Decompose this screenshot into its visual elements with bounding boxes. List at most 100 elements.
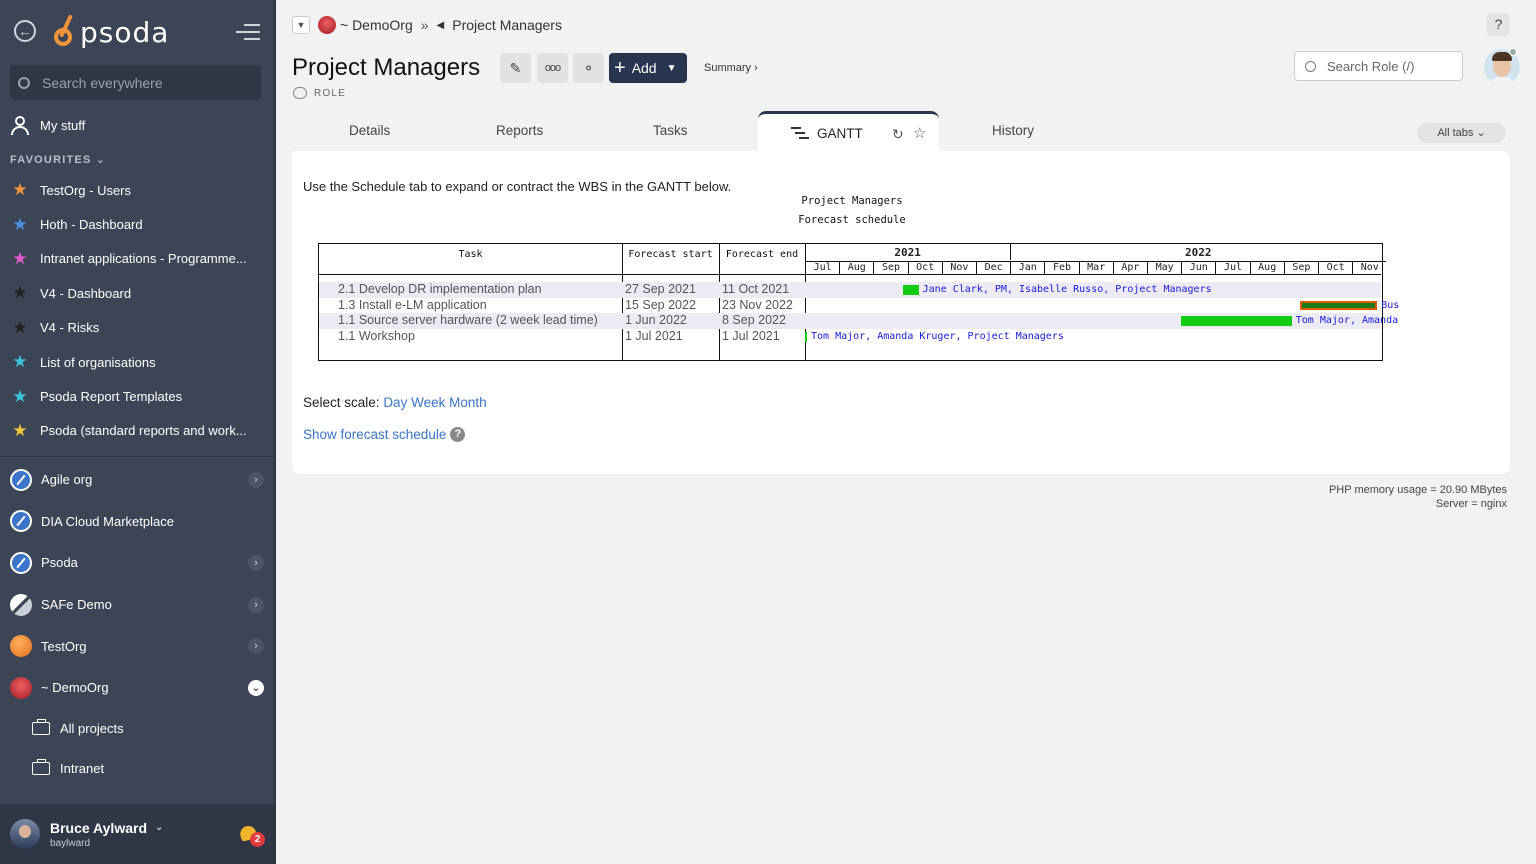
compass-icon [10, 551, 32, 574]
briefcase-icon [32, 718, 50, 735]
more-icon: ooo [544, 62, 561, 74]
help-button[interactable]: ? [1487, 13, 1510, 36]
scale-week-link[interactable]: Week [411, 395, 445, 410]
tag-icon: ⚬ [582, 59, 595, 76]
favourite-item[interactable]: ★ Psoda (standard reports and work... [10, 414, 266, 448]
gantt-bar-label: Jane Clark, PM, Isabelle Russo, Project … [922, 284, 1212, 295]
gantt-row[interactable]: 1.1 Workshop 1 Jul 2021 1 Jul 2021 Tom Majo… [319, 329, 1381, 345]
my-stuff-link[interactable]: My stuff [10, 114, 85, 136]
sidebar-org-label: SAFe Demo [41, 597, 112, 613]
sidebar-org-label: Psoda [41, 555, 78, 571]
scale-month-link[interactable]: Month [449, 395, 487, 410]
summary-link[interactable]: Summary › [704, 62, 758, 74]
organisation-list: Agile org › DIA Cloud Marketplace Psoda › SAF… [10, 459, 266, 709]
notification-bell-icon[interactable]: 2 [238, 824, 265, 847]
gantt-month-label: Aug [1249, 261, 1284, 274]
sidebar-org-item[interactable]: Agile org › [10, 459, 266, 501]
breadcrumb-org[interactable]: ~ DemoOrg [340, 17, 413, 33]
gantt-bar[interactable] [1181, 316, 1292, 326]
favourites-header[interactable]: FAVOURITES ⌄ [10, 153, 106, 166]
sidebar-org-item[interactable]: SAFe Demo › [10, 584, 266, 626]
favourite-item[interactable]: ★ List of organisations [10, 345, 266, 379]
gantt-row[interactable]: 1.3 Install e-LM application 15 Sep 2022 2… [319, 297, 1399, 314]
scale-label: Select scale: [303, 395, 380, 410]
gantt-forecast-start: 1 Jul 2021 [625, 328, 683, 343]
chevron-down-icon[interactable]: ▼ [292, 16, 310, 34]
gantt-bar-label: Tom Major, Amanda Kruger, Project Manage… [811, 330, 1064, 342]
scale-day-link[interactable]: Day [383, 395, 407, 410]
chevron-right-icon[interactable]: › [248, 596, 264, 613]
search-icon [1305, 60, 1316, 72]
tab-gantt[interactable]: GANTT ↻ ☆ [758, 111, 939, 152]
tab-details[interactable]: Details [349, 123, 390, 138]
sidebar-org-item[interactable]: Psoda › [10, 542, 266, 584]
tab-tasks[interactable]: Tasks [653, 123, 688, 138]
chevron-down-icon: ⌄ [155, 822, 164, 833]
tab-reports[interactable]: Reports [496, 123, 543, 138]
favourite-label: V4 - Risks [40, 320, 100, 336]
sidebar-sub-item[interactable]: All projects [32, 708, 262, 748]
gantt-row[interactable]: 2.1 Develop DR implementation plan 27 Sep… [319, 282, 1381, 298]
caret-left-icon[interactable]: ◀ [437, 20, 445, 31]
star-icon[interactable]: ☆ [913, 124, 926, 142]
gantt-month-label: Oct [907, 261, 942, 274]
gantt-bar-label: Tom Major, Amanda [1295, 315, 1399, 326]
org-logo-icon [10, 676, 32, 699]
favourite-item[interactable]: ★ Hoth - Dashboard [10, 207, 266, 241]
favourite-item[interactable]: ★ Psoda Report Templates [10, 379, 266, 413]
user-menu[interactable]: Bruce Aylward ⌄ baylward 2 [0, 804, 274, 864]
chevron-down-icon[interactable]: ⌄ [248, 679, 264, 696]
logo-mark-icon [52, 14, 78, 50]
add-button[interactable]: + Add ▼ [609, 53, 687, 83]
compass-icon [10, 510, 32, 533]
notification-count-badge: 2 [250, 832, 265, 847]
logo-text: psoda [80, 15, 170, 49]
gantt-forecast-end: 11 Oct 2021 [722, 282, 790, 296]
gantt-bar[interactable] [1299, 300, 1378, 310]
chevron-right-icon[interactable]: › [248, 554, 264, 571]
role-search[interactable] [1294, 51, 1463, 81]
global-search-input[interactable] [42, 74, 242, 91]
star-icon: ★ [12, 352, 28, 372]
gantt-icon [791, 126, 809, 140]
more-options-button[interactable]: ooo [537, 53, 568, 83]
favourite-item[interactable]: ★ TestOrg - Users [10, 173, 266, 207]
gantt-bar[interactable] [903, 285, 919, 295]
gantt-chart: Task Forecast start Forecast end 2021 Jul… [318, 243, 1399, 361]
tag-button[interactable]: ⚬ [573, 53, 604, 83]
sidebar-sub-item[interactable]: Intranet [32, 748, 262, 788]
collapse-sidebar-icon[interactable] [236, 24, 260, 40]
refresh-icon[interactable]: ↻ [892, 126, 904, 143]
favourite-item[interactable]: ★ V4 - Risks [10, 311, 266, 345]
sidebar-org-item[interactable]: DIA Cloud Marketplace [10, 501, 266, 543]
gantt-task-name: 1.3 Install e-LM application [338, 297, 487, 312]
psoda-logo[interactable]: psoda [52, 12, 169, 52]
gantt-row[interactable]: 1.1 Source server hardware (2 week lead … [319, 313, 1398, 329]
favourite-item[interactable]: ★ Intranet applications - Programme... [10, 242, 266, 276]
chevron-right-icon[interactable]: › [248, 471, 264, 488]
favourites-header-label: FAVOURITES [10, 154, 92, 166]
sidebar-org-item[interactable]: TestOrg › [10, 625, 266, 667]
star-icon: ★ [12, 386, 28, 406]
role-search-input[interactable] [1327, 58, 1457, 74]
global-search[interactable] [10, 65, 261, 100]
help-icon[interactable]: ? [450, 427, 466, 442]
favourite-label: Hoth - Dashboard [40, 217, 143, 233]
show-forecast-schedule-link[interactable]: Show forecast schedule ? [303, 427, 466, 442]
gantt-month-label: Apr [1112, 261, 1147, 274]
chevron-right-icon[interactable]: › [248, 638, 264, 655]
all-tabs-button[interactable]: All tabs ⌄ [1417, 123, 1506, 143]
gantt-month-label: Jun [1181, 261, 1216, 274]
breadcrumb-current[interactable]: Project Managers [452, 17, 562, 33]
edit-button[interactable]: ✎ [500, 53, 531, 83]
sidebar-org-label: TestOrg [41, 638, 87, 654]
gantt-bar[interactable] [805, 331, 807, 342]
favourite-item[interactable]: ★ V4 - Dashboard [10, 276, 266, 310]
memory-usage: PHP memory usage = 20.90 MBytes [1328, 484, 1507, 496]
gantt-forecast-end: 8 Sep 2022 [722, 313, 786, 327]
gantt-forecast-start: 1 Jun 2022 [625, 313, 687, 327]
back-icon[interactable]: ← [14, 20, 36, 42]
gantt-month-label: Jul [1215, 261, 1250, 274]
tab-history[interactable]: History [992, 123, 1034, 138]
sidebar-org-item[interactable]: ~ DemoOrg ⌄ [10, 667, 266, 709]
